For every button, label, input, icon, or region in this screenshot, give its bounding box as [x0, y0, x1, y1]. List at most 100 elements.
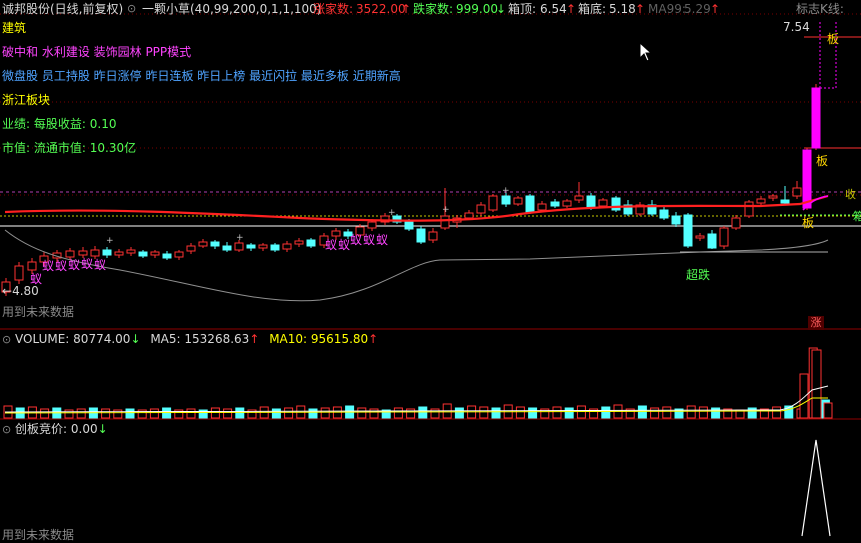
- volume-bar: [40, 408, 50, 419]
- up-arrow-icon: ↑: [249, 332, 260, 346]
- down-arrow-icon: ↓: [130, 332, 141, 346]
- ant-signal: 蚁: [68, 258, 81, 272]
- candle-body: [731, 217, 741, 229]
- candle-body: [719, 227, 729, 247]
- mouse-cursor-icon: [639, 42, 653, 62]
- volume-bar: [113, 409, 123, 419]
- formula-name[interactable]: 一颗小草(40,99,200,0,1,1,100): [142, 0, 322, 18]
- candle-body: [659, 209, 669, 219]
- candle-body: [186, 245, 196, 252]
- up-arrow-icon: ↑: [368, 332, 379, 346]
- up-arrow-icon: ↑: [635, 2, 646, 16]
- plus-marker: +: [442, 205, 450, 215]
- candle-body: [198, 241, 208, 247]
- volume-bar: [799, 373, 809, 419]
- volume-bar: [430, 408, 440, 419]
- volume-bar: [357, 407, 367, 419]
- volume-bar: [210, 407, 220, 419]
- candle-body: [150, 251, 160, 256]
- volume-bar: [747, 407, 757, 419]
- volume-bar: [223, 408, 233, 419]
- circle-down-icon[interactable]: ⊙: [2, 423, 11, 436]
- candle-body: [586, 195, 596, 209]
- mcap-label: 市值:: [2, 141, 31, 155]
- ant-signal: 蚁: [30, 272, 43, 286]
- candle-body: [574, 195, 584, 201]
- candle-body: [210, 241, 220, 247]
- left-arrow-icon: ←: [2, 284, 13, 298]
- auction-value: 0.00: [70, 422, 98, 436]
- candle-body: [282, 243, 292, 250]
- candle-body: [562, 200, 572, 207]
- volume-bar: [454, 407, 464, 419]
- board-label-top: 板: [827, 32, 840, 46]
- ant-signal: 蚁: [42, 259, 55, 273]
- ma-line: [4, 194, 829, 222]
- candle-body: [234, 242, 244, 251]
- volume-bar: [235, 407, 245, 419]
- up-count-value: 3522.00: [356, 2, 406, 16]
- plus-marker: +: [236, 233, 244, 243]
- volume-bar: [662, 406, 672, 419]
- candle-body: [501, 195, 511, 205]
- ma5-label: MA5:: [150, 332, 181, 346]
- high-price-label: 7.54: [783, 20, 810, 34]
- volume-bar: [564, 407, 574, 419]
- candle-body: [306, 239, 316, 247]
- candle-body: [102, 249, 112, 256]
- candle-body: [27, 261, 37, 271]
- volume-bar: [686, 405, 696, 419]
- ant-signal: 蚁: [81, 257, 94, 271]
- candle-body: [811, 87, 821, 149]
- up-arrow-icon: ↑: [401, 2, 412, 16]
- ant-signal: 蚁: [55, 259, 68, 273]
- kline-flag-label: 标志K线:: [796, 2, 844, 16]
- candle-body: [138, 251, 148, 257]
- volume-bar: [650, 407, 660, 419]
- volume-bar: [811, 349, 822, 419]
- ant-signal: 蚁: [376, 233, 389, 247]
- stock-title[interactable]: 诚邦股份(日线,前复权): [2, 0, 123, 18]
- candle-body: [525, 195, 535, 213]
- circle-down-icon[interactable]: ⊙: [127, 0, 136, 18]
- volume-label: VOLUME:: [15, 332, 70, 346]
- candle-body: [792, 187, 802, 197]
- candle-body: [611, 197, 621, 211]
- candle-body: [428, 231, 438, 241]
- candle-body: [246, 244, 256, 249]
- up-arrow-icon: ↑: [710, 2, 721, 16]
- eps-name: 每股收益:: [33, 117, 86, 131]
- candle-body: [488, 195, 498, 211]
- down-arrow-icon: ↓: [496, 2, 507, 16]
- super-fall-label: 超跌: [686, 268, 711, 282]
- plus-marker: +: [502, 186, 510, 196]
- volume-header: ⊙ VOLUME: 80774.00↓ MA5: 153268.63↑ MA10…: [2, 331, 378, 347]
- candle-body: [780, 199, 790, 204]
- down-arrow-icon: ↓: [97, 422, 108, 436]
- volume-bar: [418, 406, 428, 419]
- volume-bar: [149, 408, 159, 419]
- volume-bar: [393, 407, 403, 419]
- down-count-label: 跌家数:: [413, 2, 454, 16]
- industry-label: 建筑: [2, 21, 27, 35]
- volume-bar: [479, 406, 489, 419]
- candle-body: [768, 195, 778, 199]
- auction-spike: [801, 439, 831, 537]
- volume-bar: [552, 406, 562, 419]
- volume-bar: [491, 407, 501, 419]
- candle-body: [404, 221, 414, 230]
- candle-body: [126, 249, 136, 254]
- candle-body: [258, 244, 268, 249]
- ma5-value: 153268.63: [184, 332, 250, 346]
- circle-down-icon[interactable]: ⊙: [2, 333, 11, 346]
- auction-header: ⊙ 创板竞价: 0.00↓: [2, 421, 108, 437]
- candle-body: [294, 240, 304, 245]
- candle-body: [707, 233, 717, 249]
- ant-signal: 蚁: [350, 233, 363, 247]
- candle-body: [367, 221, 377, 229]
- ant-signal: 蚁: [94, 258, 107, 272]
- mcap-name: 流通市值:: [33, 141, 86, 155]
- volume-bar: [320, 407, 330, 419]
- volume-bar: [601, 406, 611, 419]
- volume-bar: [823, 402, 833, 419]
